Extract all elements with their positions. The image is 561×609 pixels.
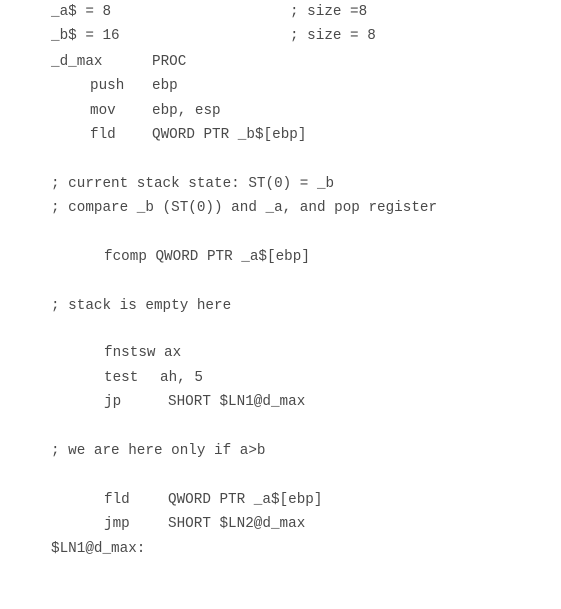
code-line-fcomp: fcomp QWORD PTR _a$[ebp]: [0, 245, 310, 269]
jp-operand: SHORT $LN1@d_max: [168, 394, 306, 410]
fld-a-operand: QWORD PTR _a$[ebp]: [168, 492, 323, 508]
ln1-label: $LN1@d_max:: [51, 541, 146, 557]
code-line-mov: mov ebp, esp: [0, 99, 221, 123]
comment-text: ; compare _b (ST(0)) and _a, and pop reg…: [51, 200, 438, 216]
mov-operand: ebp, esp: [152, 103, 221, 119]
code-line-fld-a: fld QWORD PTR _a$[ebp]: [0, 488, 322, 512]
comment-text: ; current stack state: ST(0) = _b: [51, 176, 335, 192]
comment-text: ; we are here only if a>b: [51, 443, 266, 459]
code-line-test: test ah, 5: [0, 366, 203, 390]
fld-b-operand: QWORD PTR _b$[ebp]: [152, 127, 307, 143]
code-line-b-decl: _b$ = 16 ; size = 8: [0, 24, 376, 48]
code-line-fld-b: fld QWORD PTR _b$[ebp]: [0, 123, 306, 147]
code-line-jmp: jmp SHORT $LN2@d_max: [0, 512, 305, 536]
comment-a-gt-b: ; we are here only if a>b: [0, 439, 266, 463]
b-size-comment: ; size = 8: [290, 28, 376, 44]
jp-opcode: jp: [104, 394, 122, 410]
code-line-push: push ebp: [0, 74, 178, 98]
proc-keyword: PROC: [152, 54, 187, 70]
code-line-proc: _d_max PROC: [0, 50, 186, 74]
fld-a-opcode: fld: [104, 492, 130, 508]
push-opcode: push: [90, 78, 125, 94]
comment-stack-state: ; current stack state: ST(0) = _b: [0, 172, 334, 196]
code-line-fnstsw: fnstsw ax: [0, 341, 181, 365]
fcomp-instruction: fcomp QWORD PTR _a$[ebp]: [104, 249, 310, 265]
a-declaration: _a$ = 8: [51, 4, 112, 20]
code-line-a-decl: _a$ = 8 ; size =8: [0, 0, 367, 24]
test-operand: ah, 5: [160, 370, 203, 386]
fnstsw-instruction: fnstsw ax: [104, 345, 182, 361]
push-operand: ebp: [152, 78, 178, 94]
test-opcode: test: [104, 370, 139, 386]
fld-b-opcode: fld: [90, 127, 116, 143]
assembly-listing: _a$ = 8 ; size =8 _b$ = 16 ; size = 8 _d…: [0, 0, 561, 593]
mov-opcode: mov: [90, 103, 116, 119]
code-line-ln1-label: $LN1@d_max:: [0, 537, 145, 561]
jmp-opcode: jmp: [104, 516, 130, 532]
comment-compare: ; compare _b (ST(0)) and _a, and pop reg…: [0, 196, 437, 220]
a-size-comment: ; size =8: [290, 4, 368, 20]
b-declaration: _b$ = 16: [51, 28, 120, 44]
jmp-operand: SHORT $LN2@d_max: [168, 516, 306, 532]
comment-stack-empty: ; stack is empty here: [0, 294, 231, 318]
proc-label: _d_max: [51, 54, 103, 70]
comment-text: ; stack is empty here: [51, 298, 232, 314]
code-line-jp: jp SHORT $LN1@d_max: [0, 390, 305, 414]
